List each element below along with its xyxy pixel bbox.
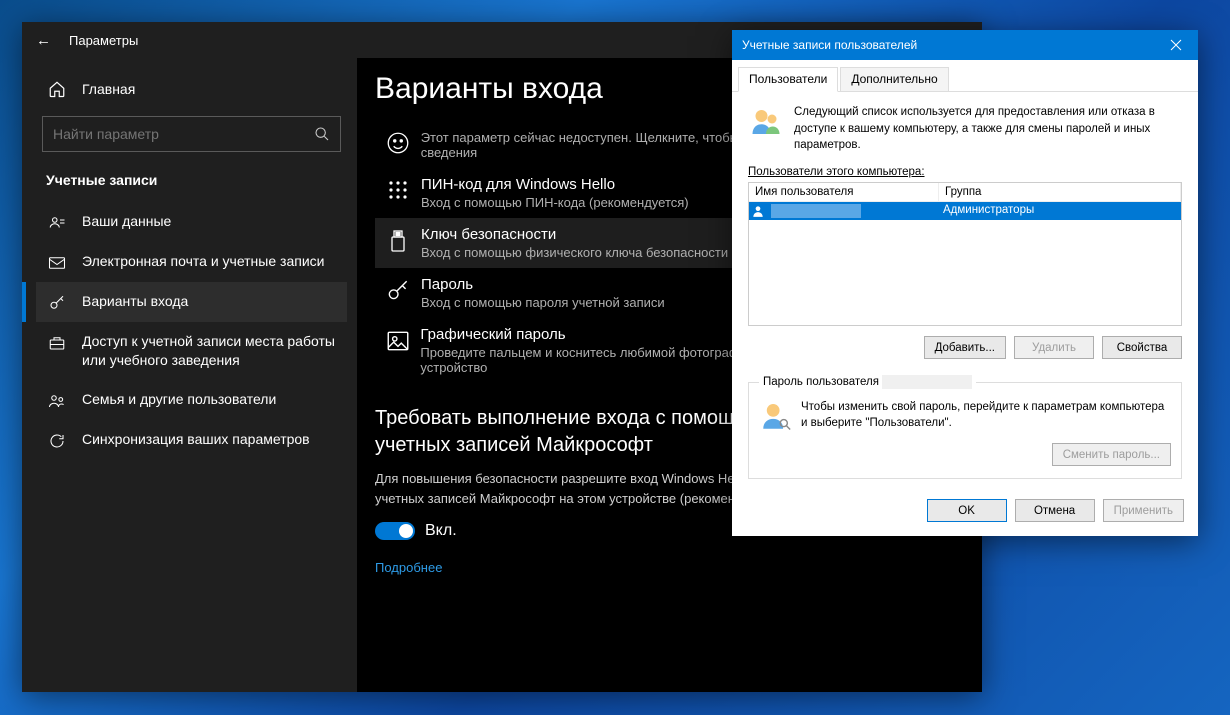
option-desc: Вход с помощью пароля учетной записи xyxy=(421,295,665,310)
add-button[interactable]: Добавить... xyxy=(924,336,1006,359)
list-row[interactable]: Администраторы xyxy=(749,202,1181,220)
toggle-label: Вкл. xyxy=(425,522,457,540)
sidebar-item-sync[interactable]: Синхронизация ваших параметров xyxy=(36,420,347,460)
person-card-icon xyxy=(46,212,68,232)
password-fieldset: Пароль пользователя Чтобы изменить свой … xyxy=(748,375,1182,479)
settings-sidebar: Главная Учетные записи Ваши данные Элек xyxy=(22,58,357,692)
password-text: Чтобы изменить свой пароль, перейдите к … xyxy=(801,399,1171,433)
option-desc: Вход с помощью ПИН-кода (рекомендуется) xyxy=(421,195,689,210)
change-password-button: Сменить пароль... xyxy=(1052,443,1171,466)
usb-key-icon xyxy=(381,226,415,260)
sidebar-item-email-accounts[interactable]: Электронная почта и учетные записи xyxy=(36,242,347,282)
search-icon xyxy=(314,126,330,142)
search-input[interactable] xyxy=(53,126,314,142)
masked-username xyxy=(771,204,861,218)
sidebar-item-family[interactable]: Семья и другие пользователи xyxy=(36,380,347,420)
tab-advanced[interactable]: Дополнительно xyxy=(840,67,948,92)
sidebar-item-label: Ваши данные xyxy=(82,212,337,231)
dialog-footer: OK Отмена Применить xyxy=(732,491,1198,536)
face-icon xyxy=(381,128,415,160)
sync-icon xyxy=(46,430,68,450)
people-icon xyxy=(46,390,68,410)
sidebar-item-label: Синхронизация ваших параметров xyxy=(82,430,337,449)
mail-icon xyxy=(46,252,68,272)
tab-panel-users: Следующий список используется для предос… xyxy=(732,92,1198,491)
cell-user xyxy=(767,202,939,220)
sidebar-item-label: Варианты входа xyxy=(82,292,337,311)
sidebar-item-work-school[interactable]: Доступ к учетной записи места работы или… xyxy=(36,322,347,380)
toggle-switch[interactable] xyxy=(375,522,415,540)
list-header: Имя пользователя Группа xyxy=(749,183,1181,202)
sidebar-item-label: Электронная почта и учетные записи xyxy=(82,252,337,271)
user-list[interactable]: Имя пользователя Группа Администраторы xyxy=(748,182,1182,326)
user-icon xyxy=(749,202,767,220)
sidebar-item-label: Доступ к учетной записи места работы или… xyxy=(82,332,337,370)
dialog-titlebar[interactable]: Учетные записи пользователей xyxy=(732,30,1198,60)
sidebar-section-title: Учетные записи xyxy=(36,166,347,202)
settings-title: Параметры xyxy=(69,33,138,48)
sidebar-home[interactable]: Главная xyxy=(36,72,347,106)
apply-button: Применить xyxy=(1103,499,1184,522)
home-icon xyxy=(46,80,68,98)
cancel-button[interactable]: Отмена xyxy=(1015,499,1095,522)
dialog-intro: Следующий список используется для предос… xyxy=(794,104,1182,154)
sidebar-item-your-info[interactable]: Ваши данные xyxy=(36,202,347,242)
search-box[interactable] xyxy=(42,116,341,152)
sidebar-item-signin-options[interactable]: Варианты входа xyxy=(36,282,347,322)
option-title: Ключ безопасности xyxy=(421,226,728,243)
password-legend: Пароль пользователя xyxy=(759,375,976,389)
users-icon xyxy=(748,104,784,154)
key-icon xyxy=(381,276,415,310)
masked-username xyxy=(882,375,972,389)
key-icon xyxy=(46,292,68,312)
remove-button: Удалить xyxy=(1014,336,1094,359)
close-button[interactable] xyxy=(1154,30,1198,60)
sidebar-home-label: Главная xyxy=(82,81,135,97)
user-accounts-dialog: Учетные записи пользователей Пользовател… xyxy=(732,30,1198,536)
tab-users[interactable]: Пользователи xyxy=(738,67,838,92)
dialog-title: Учетные записи пользователей xyxy=(742,38,917,52)
list-label: Пользователи этого компьютера: xyxy=(748,166,1182,178)
option-desc: Вход с помощью физического ключа безопас… xyxy=(421,245,728,260)
sidebar-item-label: Семья и другие пользователи xyxy=(82,390,337,409)
ok-button[interactable]: OK xyxy=(927,499,1007,522)
briefcase-icon xyxy=(46,332,68,352)
option-title: Пароль xyxy=(421,276,665,293)
col-header-group[interactable]: Группа xyxy=(939,183,1181,202)
properties-button[interactable]: Свойства xyxy=(1102,336,1182,359)
dialog-tabs: Пользователи Дополнительно xyxy=(732,60,1198,92)
learn-more-link[interactable]: Подробнее xyxy=(375,560,442,575)
cell-group: Администраторы xyxy=(939,202,1181,220)
back-button[interactable]: ← xyxy=(36,32,51,49)
col-header-user[interactable]: Имя пользователя xyxy=(749,183,939,202)
picture-icon xyxy=(381,326,414,375)
option-title: ПИН-код для Windows Hello xyxy=(421,176,689,193)
user-key-icon xyxy=(759,399,793,433)
keypad-icon xyxy=(381,176,415,210)
